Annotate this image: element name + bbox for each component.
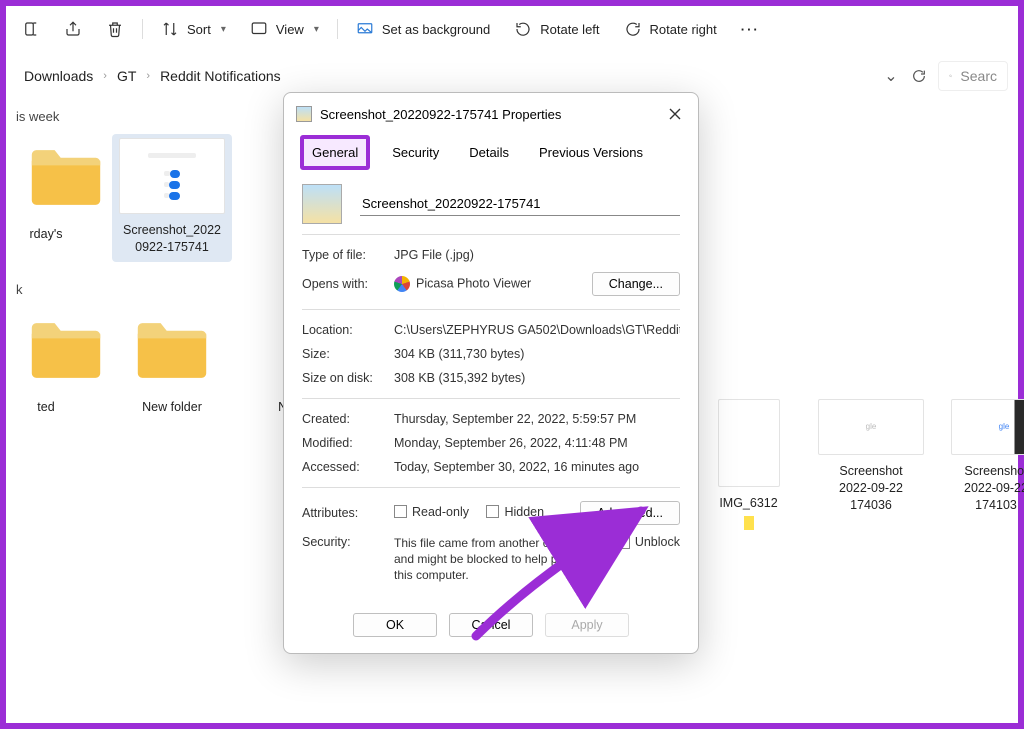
view-label: View	[276, 22, 304, 37]
created-label: Created:	[302, 412, 384, 426]
accessed-value: Today, September 30, 2022, 16 minutes ag…	[394, 460, 680, 474]
more-button[interactable]: ···	[731, 16, 770, 43]
cancel-button[interactable]: Cancel	[449, 613, 533, 637]
apply-button[interactable]: Apply	[545, 613, 629, 637]
breadcrumb-downloads[interactable]: Downloads	[24, 68, 93, 84]
file-item-selected[interactable]: Screenshot_2022 0922-175741	[112, 134, 232, 262]
share-icon[interactable]	[54, 14, 92, 44]
item-label: Screenshot 2022-09-22 174036	[811, 463, 931, 514]
security-text: This file came from another computer and…	[394, 535, 607, 584]
readonly-checkbox[interactable]: Read-only	[394, 505, 469, 519]
filename-input[interactable]	[360, 192, 680, 216]
search-input[interactable]: Searc	[938, 61, 1008, 91]
view-button[interactable]: View ▾	[240, 14, 329, 44]
dialog-footer: OK Cancel Apply	[284, 603, 698, 653]
close-icon[interactable]	[664, 103, 686, 125]
toolbar: Sort ▾ View ▾ Set as background Rotate lef…	[6, 6, 1018, 53]
folder-item[interactable]: ted	[16, 307, 76, 416]
breadcrumb-reddit[interactable]: Reddit Notifications	[160, 68, 281, 84]
file-icon	[296, 106, 312, 122]
item-label: Screenshot_2022 0922-175741	[114, 222, 230, 256]
refresh-icon[interactable]	[910, 67, 928, 85]
type-value: JPG File (.jpg)	[394, 248, 680, 262]
advanced-button[interactable]: Advanced...	[580, 501, 680, 525]
rotate-left-button[interactable]: Rotate left	[504, 14, 609, 44]
chevron-right-icon: ›	[99, 70, 111, 82]
item-label: rday's	[16, 226, 76, 243]
tab-security[interactable]: Security	[384, 139, 447, 166]
tab-general[interactable]: General	[300, 135, 370, 170]
file-thumbnail	[302, 184, 342, 224]
item-label: Screenshot 2022-09-22 174103	[951, 463, 1024, 514]
unblock-checkbox[interactable]: Unblock	[617, 535, 680, 549]
folder-item[interactable]: New folder	[112, 307, 232, 416]
ok-button[interactable]: OK	[353, 613, 437, 637]
tab-previous-versions[interactable]: Previous Versions	[531, 139, 651, 166]
sort-label: Sort	[187, 22, 211, 37]
modified-value: Monday, September 26, 2022, 4:11:48 PM	[394, 436, 680, 450]
dialog-title: Screenshot_20220922-175741 Properties	[320, 107, 561, 122]
size-on-disk-value: 308 KB (315,392 bytes)	[394, 371, 680, 385]
rotate-left-label: Rotate left	[540, 22, 599, 37]
picasa-icon	[394, 276, 410, 292]
change-button[interactable]: Change...	[592, 272, 680, 296]
file-item[interactable]: gle Screenshot 2022-09-22 174036	[811, 399, 931, 530]
delete-icon[interactable]	[96, 14, 134, 44]
file-item[interactable]: gle Screenshot 2022-09-22 174103	[951, 399, 1024, 530]
breadcrumb-gt[interactable]: GT	[117, 68, 136, 84]
attributes-label: Attributes:	[302, 506, 384, 520]
file-item[interactable]: IMG_6312	[706, 399, 791, 530]
opens-with-value: Picasa Photo Viewer	[394, 276, 582, 292]
rotate-right-label: Rotate right	[650, 22, 717, 37]
rotate-right-button[interactable]: Rotate right	[614, 14, 727, 44]
accessed-label: Accessed:	[302, 460, 384, 474]
item-label: IMG_6312	[706, 495, 791, 512]
created-value: Thursday, September 22, 2022, 5:59:57 PM	[394, 412, 680, 426]
type-label: Type of file:	[302, 248, 384, 262]
size-label: Size:	[302, 347, 384, 361]
search-icon	[949, 69, 952, 83]
security-label: Security:	[302, 535, 384, 549]
properties-dialog: Screenshot_20220922-175741 Properties Ge…	[283, 92, 699, 654]
item-label: ted	[16, 399, 76, 416]
folder-item[interactable]: rday's	[16, 134, 76, 243]
chevron-right-icon: ›	[142, 70, 154, 82]
location-label: Location:	[302, 323, 384, 337]
location-value: C:\Users\ZEPHYRUS GA502\Downloads\GT\Red…	[394, 323, 680, 337]
breadcrumb[interactable]: Downloads › GT › Reddit Notifications	[16, 64, 289, 88]
chevron-down-icon: ▾	[221, 24, 226, 35]
chevron-down-icon: ▾	[314, 24, 319, 35]
modified-label: Modified:	[302, 436, 384, 450]
item-label: New folder	[112, 399, 232, 416]
size-on-disk-label: Size on disk:	[302, 371, 384, 385]
hidden-checkbox[interactable]: Hidden	[486, 505, 544, 519]
dialog-tabs: General Security Details Previous Versio…	[284, 135, 698, 170]
tab-details[interactable]: Details	[461, 139, 517, 166]
search-placeholder: Searc	[960, 68, 997, 84]
sort-button[interactable]: Sort ▾	[151, 14, 236, 44]
size-value: 304 KB (311,730 bytes)	[394, 347, 680, 361]
dialog-titlebar: Screenshot_20220922-175741 Properties	[284, 93, 698, 135]
set-background-label: Set as background	[382, 22, 490, 37]
chevron-down-icon[interactable]: ⌄	[882, 67, 900, 85]
set-background-button[interactable]: Set as background	[346, 14, 500, 44]
rename-icon[interactable]	[12, 14, 50, 44]
opens-with-label: Opens with:	[302, 277, 384, 291]
